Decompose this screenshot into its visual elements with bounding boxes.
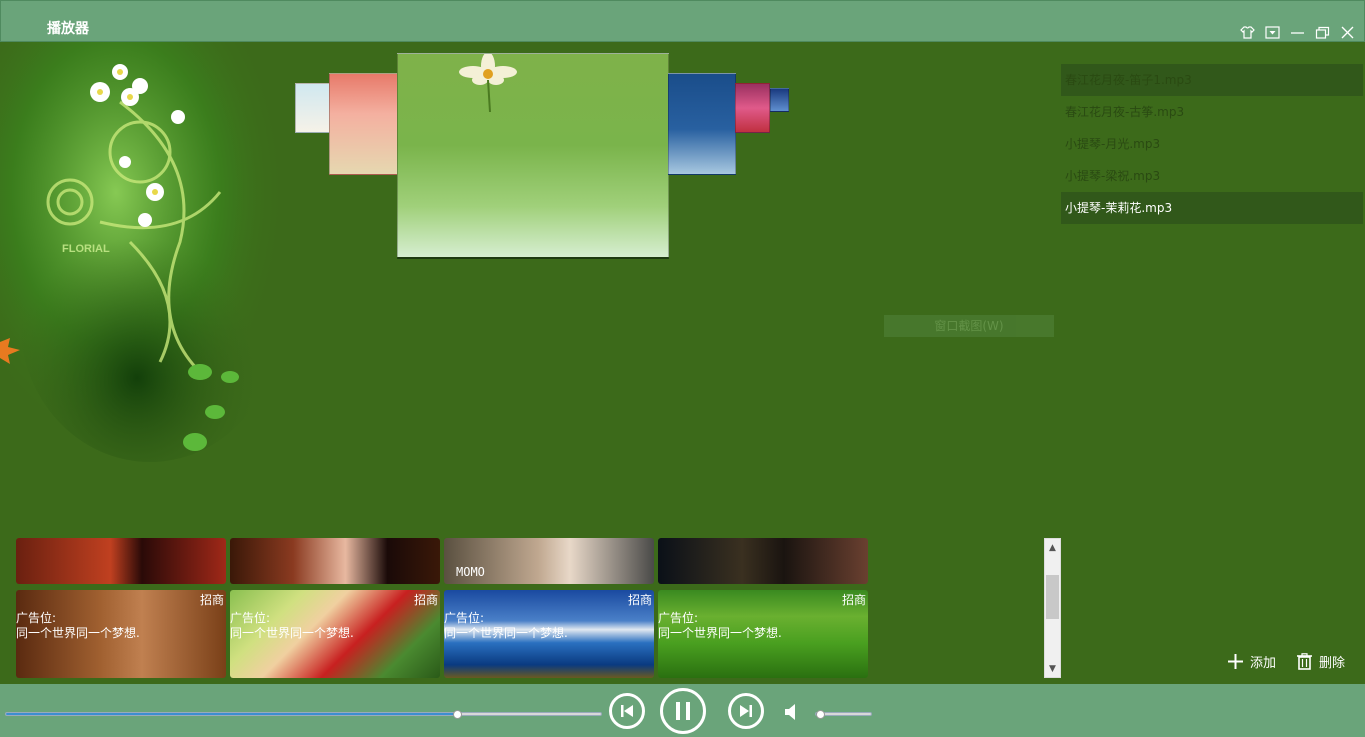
- ad-card[interactable]: 招商 广告位: 同一个世界同一个梦想.: [444, 590, 654, 678]
- app-title: 播放器: [47, 21, 89, 37]
- cover-image[interactable]: [735, 83, 770, 133]
- ad-card[interactable]: 招商 广告位: 同一个世界同一个梦想.: [230, 590, 440, 678]
- restore-icon[interactable]: [1314, 25, 1331, 40]
- cover-image[interactable]: [770, 88, 789, 112]
- next-button[interactable]: [728, 693, 764, 729]
- floral-label: FLORIAL: [62, 243, 110, 255]
- minimize-icon[interactable]: [1289, 25, 1306, 40]
- add-button[interactable]: 添加: [1227, 652, 1276, 671]
- menu-dropdown-icon[interactable]: [1264, 25, 1281, 40]
- volume-knob[interactable]: [816, 710, 826, 719]
- cover-image[interactable]: [668, 73, 736, 175]
- cover-image-center[interactable]: [397, 53, 669, 259]
- delete-label: 删除: [1319, 656, 1346, 671]
- playlist-item-current[interactable]: 小提琴-茉莉花.mp3: [1061, 192, 1363, 224]
- ad-desc: 同一个世界同一个梦想.: [16, 626, 140, 640]
- floral-decoration: FLORIAL: [0, 42, 290, 472]
- scroll-down-icon[interactable]: ▼: [1045, 660, 1060, 677]
- skin-icon[interactable]: [1239, 25, 1256, 40]
- volume-slider[interactable]: [815, 710, 872, 719]
- cover-image[interactable]: [329, 73, 399, 175]
- pause-icon: [676, 702, 690, 720]
- progress-fill: [6, 713, 457, 715]
- ad-strip[interactable]: MOMO: [444, 538, 654, 584]
- playlist-item[interactable]: 小提琴-梁祝.mp3: [1061, 160, 1363, 192]
- previous-button[interactable]: [609, 693, 645, 729]
- control-bar: [0, 684, 1365, 737]
- ad-tag: 招商: [199, 593, 224, 607]
- cover-image[interactable]: [295, 83, 330, 133]
- ad-card[interactable]: 招商 广告位: 同一个世界同一个梦想.: [16, 590, 226, 678]
- ad-tag: 招商: [627, 593, 652, 607]
- playlist: 春江花月夜-笛子1.mp3 春江花月夜-古筝.mp3 小提琴-月光.mp3 小提…: [1061, 64, 1363, 224]
- ad-desc: 同一个世界同一个梦想.: [658, 626, 782, 640]
- scroll-thumb[interactable]: [1046, 575, 1059, 619]
- plus-icon: [1228, 654, 1243, 669]
- cover-flow[interactable]: [290, 52, 800, 262]
- ad-desc: 同一个世界同一个梦想.: [444, 626, 568, 640]
- playlist-actions: 添加 删除: [1227, 652, 1345, 671]
- progress-slider[interactable]: [5, 710, 602, 719]
- volume-icon[interactable]: [784, 703, 798, 721]
- title-bar[interactable]: 播放器: [0, 0, 1365, 42]
- window-controls: [1239, 25, 1356, 40]
- add-label: 添加: [1250, 656, 1277, 671]
- ad-tag: 招商: [841, 593, 866, 607]
- playlist-item[interactable]: 小提琴-月光.mp3: [1061, 128, 1363, 160]
- ads-scrollbar[interactable]: ▲ ▼: [1044, 538, 1061, 678]
- ad-card[interactable]: 招商 广告位: 同一个世界同一个梦想.: [658, 590, 868, 678]
- close-icon[interactable]: [1339, 25, 1356, 40]
- scroll-up-icon[interactable]: ▲: [1045, 539, 1060, 556]
- delete-button[interactable]: 删除: [1296, 652, 1345, 671]
- ad-strip[interactable]: [16, 538, 226, 584]
- window-screenshot-tooltip[interactable]: 窗口截图(W): [884, 315, 1054, 337]
- ad-strip[interactable]: [658, 538, 868, 584]
- next-icon: [740, 705, 752, 717]
- flower-icon: [459, 54, 517, 113]
- ad-strip[interactable]: [230, 538, 440, 584]
- ad-desc: 同一个世界同一个梦想.: [230, 626, 354, 640]
- ads-grid: MOMO 招商 广告位: 同一个世界同一个梦想. 招商 广告位: 同一个世界同一…: [16, 538, 868, 678]
- playlist-item[interactable]: 春江花月夜-古筝.mp3: [1061, 96, 1363, 128]
- pause-button[interactable]: [660, 688, 706, 734]
- ad-tag: 招商: [413, 593, 438, 607]
- main-area: FLORIAL 春江花月夜-笛子1.mp3 春江花月夜-古筝.mp3 小提琴-月…: [0, 42, 1365, 684]
- previous-icon: [621, 705, 633, 717]
- trash-icon: [1297, 653, 1313, 670]
- progress-knob[interactable]: [453, 710, 462, 719]
- playlist-item[interactable]: 春江花月夜-笛子1.mp3: [1061, 64, 1363, 96]
- momo-label: MOMO: [456, 565, 485, 579]
